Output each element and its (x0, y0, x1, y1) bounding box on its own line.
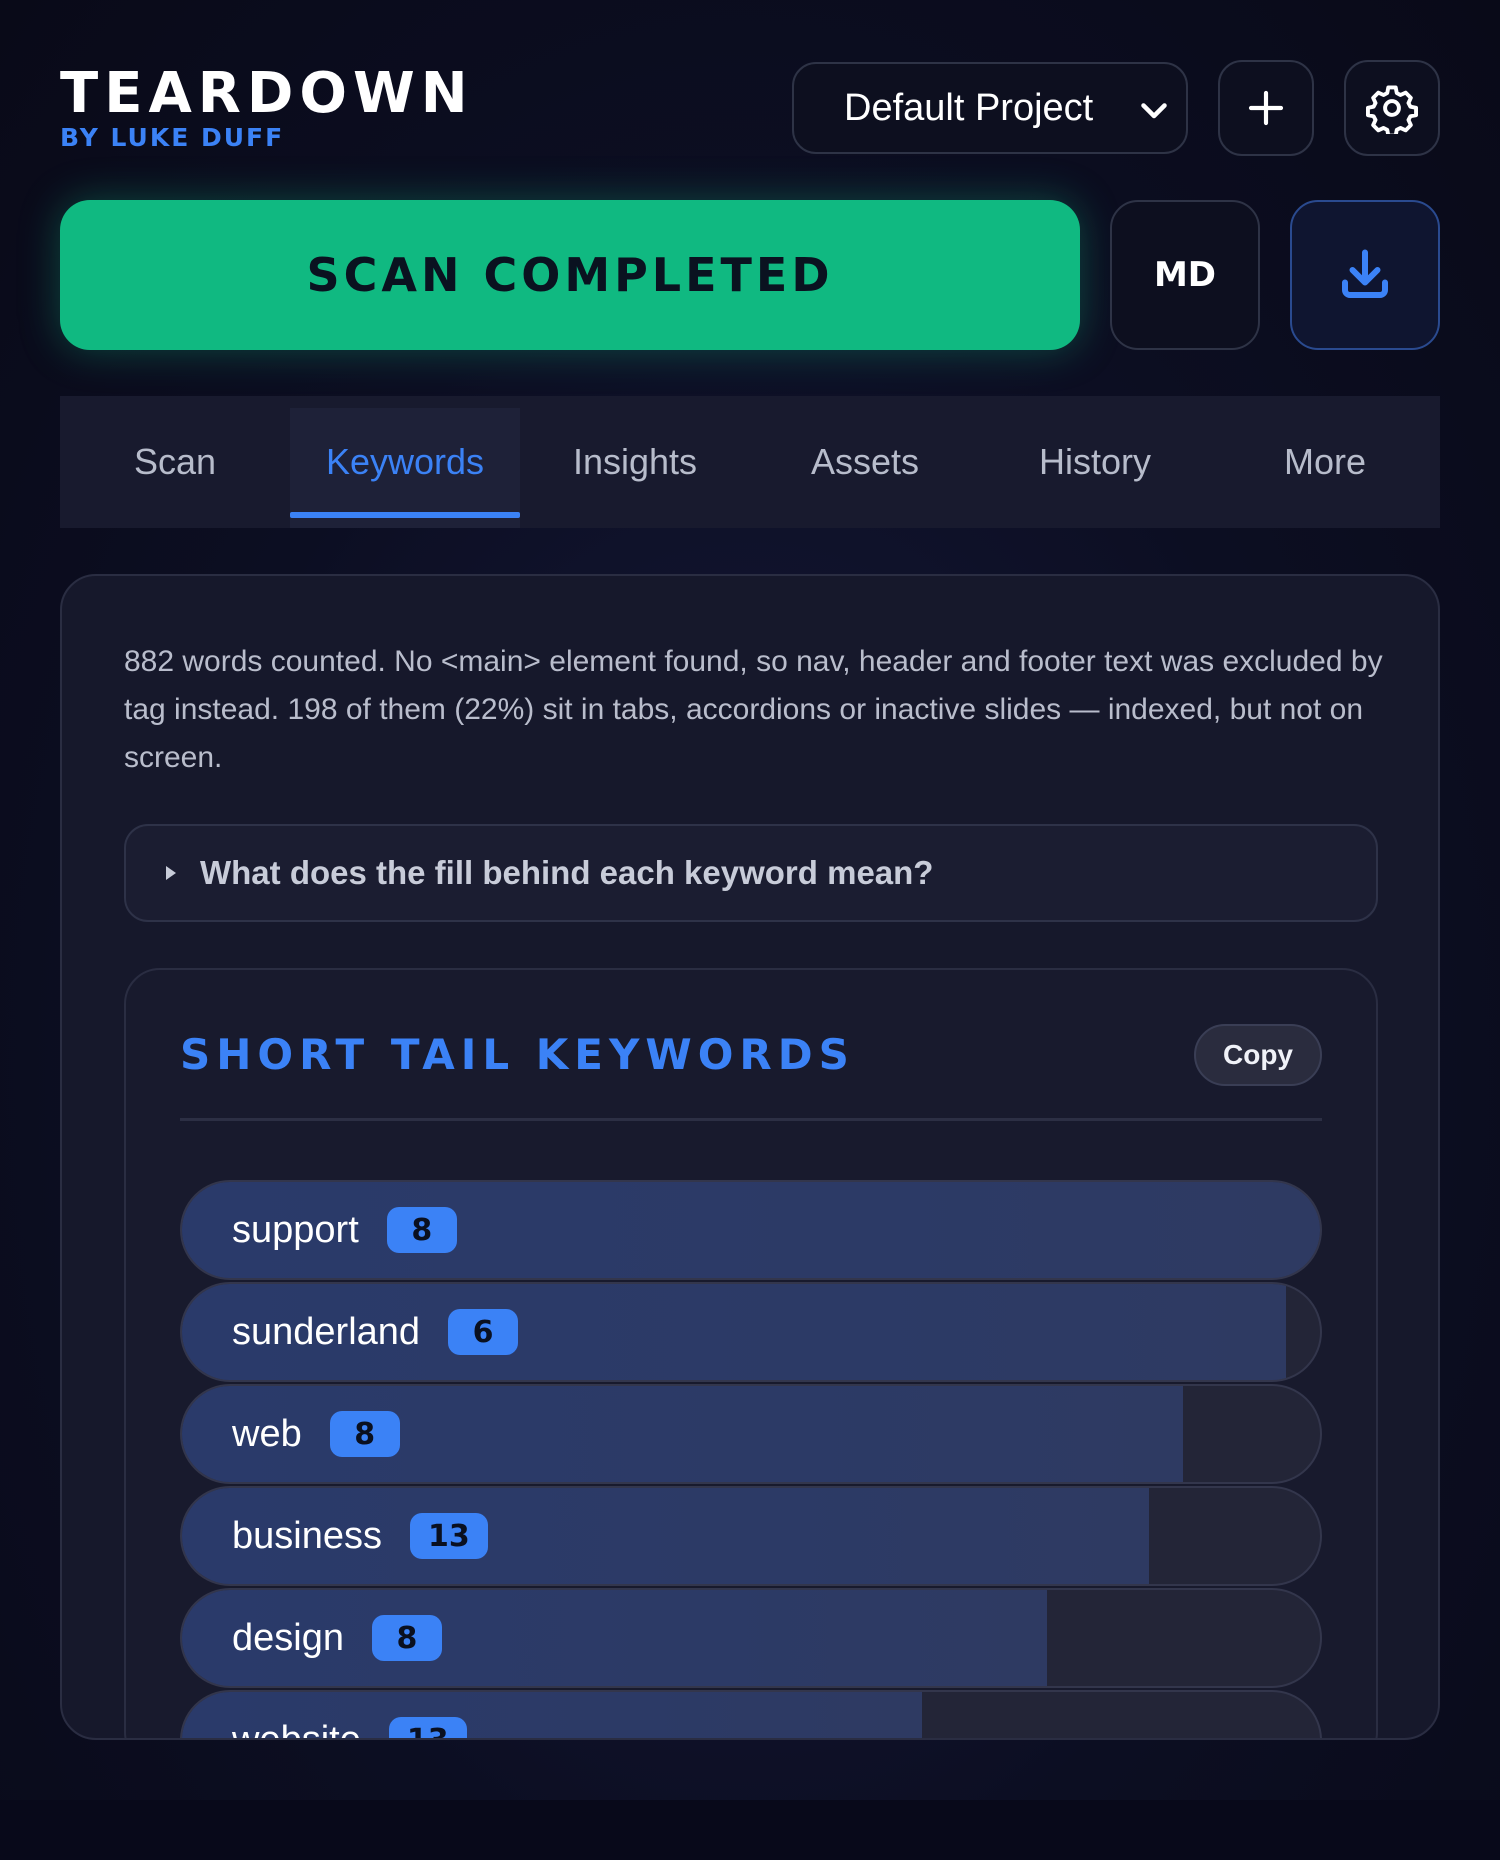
project-select-value: Default Project (844, 86, 1094, 129)
word-count-summary: 882 words counted. No <main> element fou… (124, 645, 1383, 774)
chevron-down-icon (1141, 103, 1167, 119)
tab-label: More (1283, 441, 1367, 482)
main-tabs: Scan Keywords Insights Assets History Mo… (60, 396, 1440, 528)
keyword-label: web (232, 1412, 302, 1455)
keyword-label: design (232, 1616, 344, 1659)
tab-label: Insights (572, 441, 698, 482)
keyword-label: sunderland (232, 1310, 421, 1353)
scan-status-button[interactable]: SCAN COMPLETED (60, 200, 1080, 350)
plus-icon (1248, 90, 1284, 126)
brand-title: TEARDOWN (60, 61, 474, 126)
brand: TEARDOWN BY LUKE DUFF (60, 62, 474, 152)
keyword-count-badge: 13 (388, 1717, 467, 1738)
keywords-panel: 882 words counted. No <main> element fou… (60, 574, 1440, 1740)
keyword-count-badge: 13 (409, 1513, 488, 1559)
keyword-count-badge: 8 (329, 1411, 400, 1457)
tab-insights[interactable]: Insights (520, 396, 750, 528)
keyword-row[interactable]: support 8 (180, 1180, 1322, 1280)
section-title: SHORT TAIL KEYWORDS (180, 1030, 855, 1079)
download-button[interactable] (1290, 200, 1440, 350)
bottom-bar (0, 1800, 1500, 1860)
keyword-list: support 8 sunderland 6 web 8 business 13… (180, 1180, 1322, 1740)
keyword-count-badge: 8 (386, 1207, 457, 1253)
tab-label: Scan (133, 441, 217, 482)
keyword-count-badge: 8 (371, 1615, 442, 1661)
copy-button[interactable]: Copy (1194, 1024, 1322, 1086)
keyword-count-badge: 6 (448, 1309, 519, 1355)
caret-right-icon (166, 866, 176, 880)
tab-history[interactable]: History (980, 396, 1210, 528)
settings-button[interactable] (1344, 60, 1440, 156)
divider (180, 1118, 1322, 1121)
tab-label: History (1038, 441, 1151, 482)
tab-scan[interactable]: Scan (60, 396, 290, 528)
keyword-row[interactable]: website 13 (180, 1690, 1322, 1740)
keyword-row[interactable]: sunderland 6 (180, 1282, 1322, 1382)
tab-more[interactable]: More (1210, 396, 1440, 528)
keyword-label: support (232, 1208, 359, 1251)
keyword-label: website (232, 1718, 361, 1740)
disclosure-question: What does the fill behind each keyword m… (200, 854, 934, 891)
fill-explanation-disclosure[interactable]: What does the fill behind each keyword m… (124, 824, 1378, 922)
project-select[interactable]: Default Project (792, 62, 1188, 154)
tab-assets[interactable]: Assets (750, 396, 980, 528)
gear-icon (1366, 85, 1418, 134)
add-project-button[interactable] (1218, 60, 1314, 156)
download-icon (1342, 249, 1388, 298)
short-tail-keywords-card: SHORT TAIL KEYWORDS Copy support 8 sunde… (124, 968, 1378, 1740)
tab-keywords[interactable]: Keywords (290, 396, 520, 528)
keyword-row[interactable]: design 8 (180, 1588, 1322, 1688)
tab-label: Assets (810, 441, 920, 482)
keyword-row[interactable]: web 8 (180, 1384, 1322, 1484)
tab-label: Keywords (325, 441, 485, 482)
keyword-row[interactable]: business 13 (180, 1486, 1322, 1586)
keyword-label: business (232, 1514, 382, 1557)
export-markdown-button[interactable]: MD (1110, 200, 1260, 350)
brand-subtitle: BY LUKE DUFF (60, 123, 285, 152)
app-root: TEARDOWN BY LUKE DUFF Default Project SC… (0, 0, 1500, 1800)
